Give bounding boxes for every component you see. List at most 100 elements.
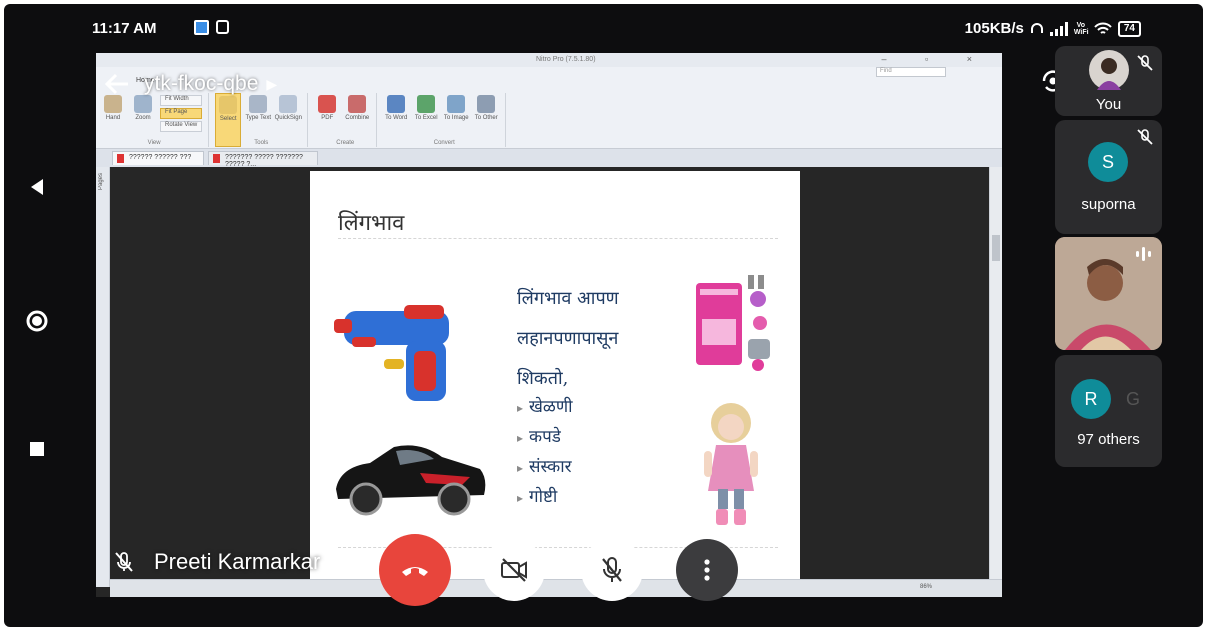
slide-line: लहानपणापासून	[517, 328, 619, 349]
gallery-notification-icon	[194, 20, 209, 35]
slide-bullet: गोष्टी	[517, 483, 573, 513]
status-bar: 11:17 AM 105KB/s Vo WiFi 74	[4, 4, 1203, 50]
chevron-right-icon[interactable]: ▶	[266, 76, 277, 93]
word-icon	[387, 95, 406, 113]
to-other-tool: To Other	[473, 93, 499, 147]
to-image-tool: To Image	[443, 93, 469, 147]
fit-page-option: Fit Page	[160, 108, 203, 119]
ribbon-tool-groups: Hand Zoom Fit Width Fit Page Rotate View…	[100, 93, 507, 147]
title-divider	[338, 238, 778, 239]
view-options: Fit Width Fit Page Rotate View	[160, 93, 203, 147]
group-label-convert: Convert	[433, 140, 455, 146]
vowifi-icon: Vo WiFi	[1073, 21, 1089, 36]
group-tools: Select Type Text QuickSign Tools	[215, 93, 309, 147]
phone-screen: 11:17 AM 105KB/s Vo WiFi 74 Nitro Pro (7…	[4, 4, 1203, 627]
water-gun-image	[334, 305, 449, 401]
zoom-tool: Zoom	[130, 93, 156, 147]
slide-line: लिंगभाव आपण	[517, 288, 619, 309]
meeting-code[interactable]: ytk-fkoc-qbe	[144, 72, 258, 96]
more-options-button[interactable]	[676, 539, 738, 601]
mic-toggle-button[interactable]	[581, 539, 643, 601]
toy-car-image	[336, 445, 486, 516]
wifi-icon	[1094, 22, 1112, 34]
group-label-create: Create	[336, 140, 355, 146]
image-icon	[447, 95, 466, 113]
mic-off-icon	[115, 552, 133, 572]
mic-off-icon	[1137, 129, 1153, 145]
back-arrow-icon[interactable]	[104, 72, 130, 96]
document-tab: ??????? ????? ??????? ????? ?...	[208, 151, 318, 168]
document-tab: ?????? ?????? ???	[112, 151, 204, 165]
shared-screen: Nitro Pro (7.5.1.80) – ▫ × Home Find Han…	[96, 53, 1002, 597]
group-label-tools: Tools	[254, 140, 269, 146]
avatar: R	[1071, 379, 1111, 419]
to-excel-tool: To Excel	[413, 93, 439, 147]
nav-home-icon[interactable]	[22, 306, 52, 336]
self-avatar-photo	[1089, 50, 1129, 90]
pdf-icon	[318, 95, 337, 113]
group-label-view: View	[147, 140, 161, 146]
self-tile[interactable]: You	[1055, 46, 1162, 116]
other-format-icon	[477, 95, 496, 113]
video-off-icon	[501, 558, 527, 582]
signature-icon	[279, 95, 298, 113]
status-indicators: 105KB/s Vo WiFi 74	[965, 20, 1141, 37]
screen-record-icon	[216, 20, 229, 34]
vertical-scrollbar	[989, 167, 1002, 587]
toy-kitchen-image	[696, 275, 770, 371]
group-view: Hand Zoom Fit Width Fit Page Rotate View…	[100, 93, 210, 147]
mic-off-icon	[1137, 55, 1153, 71]
nav-recents-icon[interactable]	[22, 434, 52, 464]
avatar: S	[1088, 142, 1128, 182]
pages-panel: Pages	[96, 167, 110, 587]
participant-name: suporna	[1081, 196, 1136, 213]
rotate-view-option: Rotate View	[160, 121, 203, 132]
presenter-label: Preeti Karmarkar	[114, 549, 320, 575]
slide-intro-text: लिंगभाव आपण लहानपणापासून शिकतो,	[517, 279, 619, 399]
pdf-ribbon: Nitro Pro (7.5.1.80) – ▫ × Home Find Han…	[96, 53, 1002, 149]
combine-icon	[348, 95, 367, 113]
nav-back-icon[interactable]	[22, 172, 52, 202]
battery-icon: 74	[1117, 20, 1141, 37]
find-box: Find	[876, 67, 946, 77]
headset-icon	[1030, 22, 1043, 33]
app-titlebar: Nitro Pro (7.5.1.80) – ▫ ×	[96, 53, 1002, 67]
group-convert: To Word To Excel To Image To Other Conve…	[383, 93, 507, 147]
phone-hangup-icon	[402, 567, 428, 576]
pages-label: Pages	[98, 173, 104, 191]
quicksign-tool: QuickSign	[275, 93, 302, 147]
excel-icon	[417, 95, 436, 113]
android-nav-bar	[4, 4, 70, 627]
status-time: 11:17 AM	[92, 20, 157, 37]
camera-toggle-button[interactable]	[483, 539, 545, 601]
scroll-thumb	[992, 235, 1000, 261]
combine-tool: Combine	[344, 93, 370, 147]
group-create: PDF Combine Create	[314, 93, 378, 147]
select-tool: Select	[215, 93, 242, 147]
slide-bullet: कपडे	[517, 423, 573, 453]
document-tabs: ?????? ?????? ??? ??????? ????? ??????? …	[96, 149, 1002, 168]
network-speed: 105KB/s	[964, 20, 1024, 37]
pdf-tool: PDF	[314, 93, 340, 147]
slide-page: लिंगभाव लिंगभाव आपण लहानपणापासून शिकतो, …	[310, 171, 800, 579]
more-vert-icon	[704, 559, 710, 581]
type-text-tool: Type Text	[245, 93, 271, 147]
self-label: You	[1095, 96, 1122, 113]
hand-tool: Hand	[100, 93, 126, 147]
doll-image	[704, 403, 758, 525]
app-name: Nitro Pro (7.5.1.80)	[536, 56, 596, 63]
mic-off-icon	[602, 557, 622, 582]
zoom-level: 86%	[920, 584, 933, 590]
end-call-button[interactable]	[379, 534, 451, 606]
other-participants-tile[interactable]: R G 97 others	[1055, 355, 1162, 467]
signal-icon	[1049, 21, 1068, 36]
pdf-status-strip: 86%	[110, 579, 1002, 597]
slide-bullet: संस्कार	[517, 453, 573, 483]
participant-tile-suporna[interactable]: S suporna	[1055, 120, 1162, 234]
slide-bullet: खेळणी	[517, 393, 573, 423]
to-word-tool: To Word	[383, 93, 409, 147]
meeting-header: ytk-fkoc-qbe ▶	[104, 69, 277, 99]
presenter-name: Preeti Karmarkar	[154, 549, 321, 574]
participant-video-tile[interactable]	[1055, 237, 1162, 350]
slide-title: लिंगभाव	[338, 211, 405, 236]
